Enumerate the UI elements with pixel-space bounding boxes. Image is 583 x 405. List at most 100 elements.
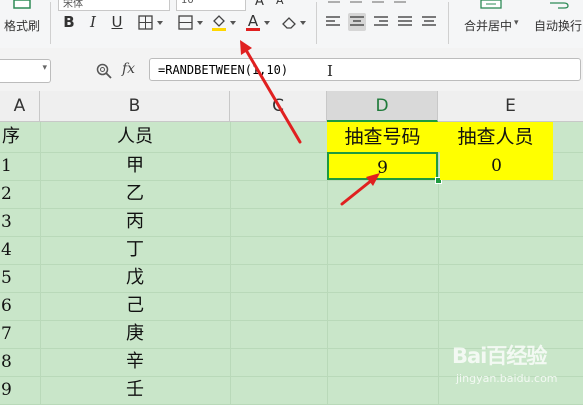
cell-b-row[interactable]: 乙: [40, 180, 230, 208]
cell-b-row[interactable]: 丙: [40, 208, 230, 236]
auto-wrap-label: 自动换行: [534, 19, 583, 33]
cell-text: 庚: [126, 323, 144, 344]
cell-b-row[interactable]: 甲: [40, 152, 230, 180]
cell-b-row[interactable]: 壬: [40, 376, 230, 404]
align-right-button[interactable]: [372, 13, 390, 31]
cell-a-row[interactable]: 7: [0, 320, 40, 348]
cell-text: 乙: [126, 183, 144, 204]
font-size-value: 10: [181, 0, 194, 6]
chevron-down-icon[interactable]: [230, 21, 236, 25]
align-left-button[interactable]: [324, 13, 342, 31]
column-header-c[interactable]: C: [230, 91, 327, 122]
cell-text: 5: [1, 268, 12, 288]
chevron-down-icon: ▾: [514, 18, 519, 28]
wrap-text-icon: [550, 2, 569, 9]
cell-a-row[interactable]: 5: [0, 264, 40, 292]
auto-wrap-button[interactable]: 自动换行: [530, 0, 583, 46]
font-name-select[interactable]: 宋体: [58, 0, 170, 11]
cell-text: 辛: [126, 351, 144, 372]
column-letter: C: [272, 96, 284, 116]
cell-b-row[interactable]: 己: [40, 292, 230, 320]
function-icon[interactable]: fx: [122, 61, 135, 77]
cell-a-row[interactable]: 6: [0, 292, 40, 320]
bold-button[interactable]: B: [60, 13, 78, 31]
cell-b-row[interactable]: 辛: [40, 348, 230, 376]
align-top-row-icons[interactable]: [326, 0, 416, 8]
cell-text: 人员: [117, 126, 153, 147]
text-cursor-icon: I: [327, 62, 333, 80]
column-header-b[interactable]: B: [40, 91, 230, 122]
cell-text: 丙: [126, 211, 144, 232]
cell-text: 抽查人员: [457, 126, 534, 148]
italic-button[interactable]: I: [84, 13, 102, 31]
chevron-down-icon[interactable]: [197, 21, 203, 25]
cell-text: 1: [1, 156, 12, 176]
ribbon-toolbar: 格式刷 宋体 10 A A B I U A 合并居中 ▾ 自动换行: [0, 0, 583, 49]
merge-center-button[interactable]: 合并居中 ▾: [456, 0, 526, 46]
align-center-button[interactable]: [348, 13, 366, 31]
cell-text: 7: [1, 324, 12, 344]
justify-icon: [398, 16, 412, 26]
chevron-down-icon[interactable]: [300, 21, 306, 25]
cell-b-row[interactable]: 戊: [40, 264, 230, 292]
merge-cells-icon: [480, 0, 502, 9]
fill-color-button[interactable]: [210, 13, 228, 31]
zoom-search-icon[interactable]: [96, 63, 112, 79]
underline-label: U: [111, 13, 123, 31]
font-color-swatch: [246, 27, 260, 31]
cell-text: 壬: [126, 379, 144, 400]
clear-format-button[interactable]: [280, 13, 298, 31]
cell-text: 8: [1, 352, 12, 372]
name-box[interactable]: ▾: [0, 59, 51, 83]
cell-e2[interactable]: 0: [440, 152, 553, 180]
justify-button[interactable]: [396, 13, 414, 31]
cell-text: 丁: [126, 239, 144, 260]
decrease-font-icon[interactable]: A: [276, 0, 284, 7]
fill-pattern-button[interactable]: [176, 13, 194, 31]
underline-button[interactable]: U: [108, 13, 126, 31]
font-color-icon: A: [247, 11, 259, 30]
font-name-value: 宋体: [63, 0, 83, 10]
cell-a-row[interactable]: 8: [0, 348, 40, 376]
cell-text: 0: [491, 156, 502, 176]
column-header-d[interactable]: D: [327, 91, 438, 122]
cell-d1[interactable]: 抽查号码: [327, 122, 438, 152]
cell-a1[interactable]: 序: [0, 122, 40, 152]
cell-e1[interactable]: 抽查人员: [438, 122, 553, 152]
column-letter: D: [375, 96, 389, 116]
watermark-brand: Bai百经验: [452, 344, 547, 368]
format-painter-button[interactable]: 格式刷: [0, 0, 46, 46]
cell-a-row[interactable]: 1: [0, 152, 40, 180]
format-painter-icon: [13, 0, 31, 9]
column-header-e[interactable]: E: [438, 91, 583, 122]
eraser-icon: [282, 17, 296, 29]
cell-b-row[interactable]: 庚: [40, 320, 230, 348]
cell-a-row[interactable]: 4: [0, 236, 40, 264]
column-header-a[interactable]: A: [0, 91, 40, 122]
chevron-down-icon[interactable]: [264, 21, 270, 25]
increase-font-icon[interactable]: A: [255, 0, 264, 9]
formula-input[interactable]: =RANDBETWEEN(1,10): [149, 58, 581, 81]
borders-button[interactable]: [136, 13, 154, 31]
chevron-down-icon[interactable]: [157, 21, 163, 25]
font-color-button[interactable]: A: [244, 13, 262, 31]
cell-a-row[interactable]: 2: [0, 180, 40, 208]
column-gridline: [438, 122, 439, 405]
chevron-down-icon[interactable]: ▾: [42, 63, 47, 73]
cell-text: 3: [1, 212, 12, 232]
distributed-button[interactable]: [420, 13, 438, 31]
cell-text: 己: [126, 295, 144, 316]
column-gridline: [230, 122, 231, 405]
cell-style-icon: [177, 14, 193, 30]
cell-text: 6: [1, 296, 12, 316]
formula-bar: ▾ fx =RANDBETWEEN(1,10) I: [0, 48, 583, 92]
paint-bucket-icon: [212, 15, 226, 31]
format-painter-label: 格式刷: [4, 19, 41, 33]
cell-a-row[interactable]: 9: [0, 376, 40, 404]
font-size-select[interactable]: 10: [176, 0, 246, 11]
cell-b-row[interactable]: 丁: [40, 236, 230, 264]
cell-text: 甲: [126, 155, 144, 176]
cell-d2[interactable]: 9: [327, 152, 438, 180]
cell-a-row[interactable]: 3: [0, 208, 40, 236]
cell-b1[interactable]: 人员: [40, 122, 230, 152]
